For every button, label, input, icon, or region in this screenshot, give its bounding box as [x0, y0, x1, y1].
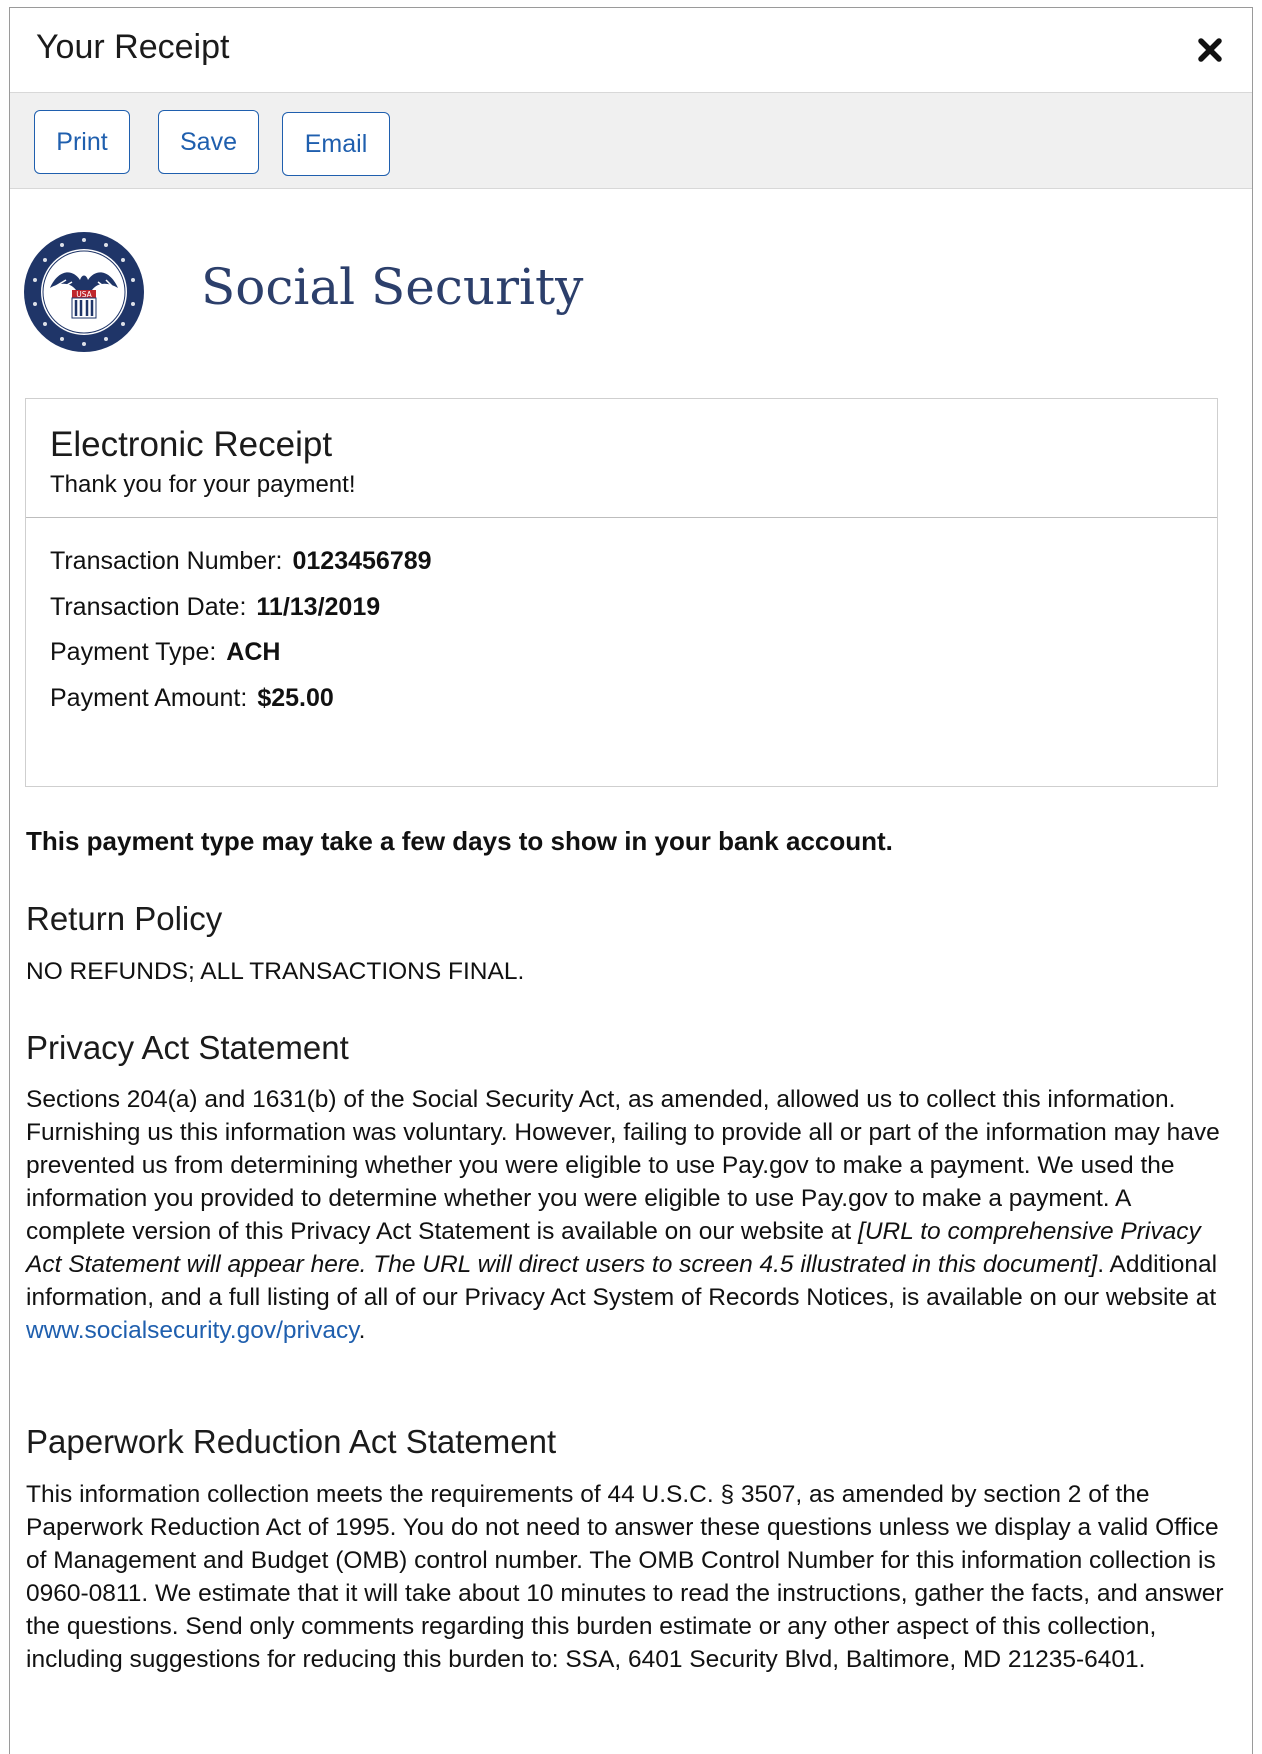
- dialog-title: Your Receipt: [36, 28, 230, 66]
- transaction-number-row: Transaction Number: 0123456789: [50, 547, 432, 576]
- transaction-number-value: 0123456789: [292, 547, 432, 575]
- receipt-header: Electronic Receipt Thank you for your pa…: [26, 399, 1217, 518]
- return-policy-text: NO REFUNDS; ALL TRANSACTIONS FINAL.: [26, 958, 525, 985]
- privacy-link[interactable]: www.socialsecurity.gov/privacy: [26, 1317, 359, 1344]
- receipt-title: Electronic Receipt: [50, 425, 333, 464]
- electronic-receipt-card: Electronic Receipt Thank you for your pa…: [25, 398, 1218, 787]
- agency-name: Social Security: [201, 258, 584, 316]
- ssa-seal-logo: USA: [24, 232, 144, 352]
- payment-timing-notice: This payment type may take a few days to…: [26, 826, 893, 856]
- privacy-text-end: .: [358, 1317, 366, 1344]
- payment-type-row: Payment Type: ACH: [50, 638, 280, 667]
- return-policy-heading: Return Policy: [26, 900, 223, 937]
- receipt-subtitle: Thank you for your payment!: [50, 471, 356, 498]
- receipt-toolbar: Print Save Email: [10, 93, 1252, 189]
- transaction-date-value: 11/13/2019: [256, 593, 381, 621]
- email-button[interactable]: Email: [282, 112, 390, 176]
- dialog-header: Your Receipt: [10, 8, 1252, 93]
- paperwork-act-text: This information collection meets the re…: [26, 1481, 1224, 1673]
- print-button[interactable]: Print: [34, 110, 130, 174]
- payment-amount-row: Payment Amount: $25.00: [50, 684, 334, 713]
- privacy-act-text: Sections 204(a) and 1631(b) of the Socia…: [26, 1083, 1226, 1347]
- payment-type-value: ACH: [226, 638, 281, 666]
- detail-label: Payment Amount:: [50, 684, 248, 712]
- detail-label: Transaction Number:: [50, 547, 283, 575]
- payment-amount-value: $25.00: [257, 684, 334, 712]
- close-icon: [1198, 38, 1222, 62]
- close-button[interactable]: [1196, 36, 1224, 64]
- paperwork-act-heading: Paperwork Reduction Act Statement: [26, 1423, 557, 1460]
- save-button[interactable]: Save: [158, 110, 259, 174]
- agency-branding: USA Social Security: [22, 230, 622, 354]
- detail-label: Transaction Date:: [50, 593, 247, 621]
- detail-label: Payment Type:: [50, 638, 217, 666]
- privacy-act-heading: Privacy Act Statement: [26, 1029, 349, 1066]
- transaction-date-row: Transaction Date: 11/13/2019: [50, 593, 380, 622]
